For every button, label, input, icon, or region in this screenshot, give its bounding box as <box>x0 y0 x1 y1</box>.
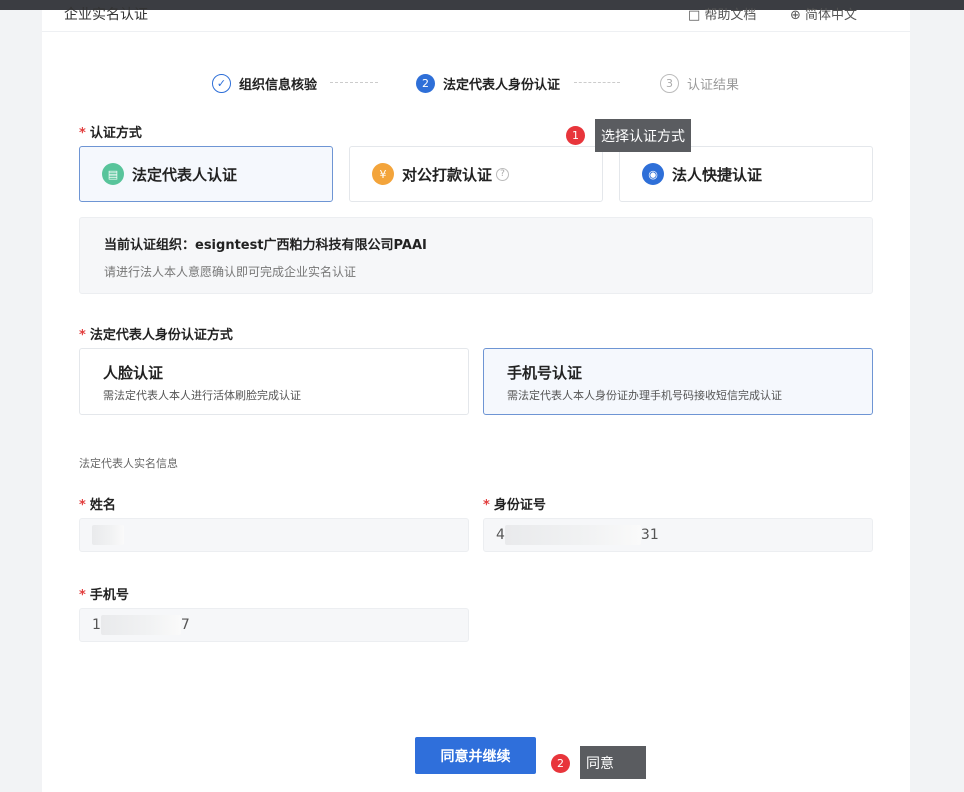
annotation-badge: 2 <box>551 754 570 773</box>
name-field[interactable] <box>79 518 469 552</box>
phone-prefix: 1 <box>92 617 101 633</box>
option-title: 手机号认证 <box>507 364 583 382</box>
step-connector <box>330 82 378 83</box>
org-info-title: 当前认证组织：esigntest广西粕力科技有限公司PAAI <box>104 238 427 253</box>
redacted-value <box>92 525 124 545</box>
agree-continue-button[interactable]: 同意并继续 <box>415 737 536 774</box>
realname-section-label: 法定代表人实名信息 <box>79 457 178 470</box>
name-label: * 姓名 <box>79 498 116 513</box>
yuan-icon: ¥ <box>372 163 394 185</box>
annotation-tooltip: 同意 <box>580 746 646 779</box>
id-number-field[interactable]: 4 31 <box>483 518 873 552</box>
question-icon[interactable]: ? <box>496 167 510 181</box>
option-title: 人脸认证 <box>103 364 164 382</box>
option-desc: 需法定代表人本人进行活体刷脸完成认证 <box>103 389 301 402</box>
annotation-tooltip: 选择认证方式 <box>595 119 691 152</box>
step-label: 法定代表人身份认证 <box>443 77 561 93</box>
option-desc: 需法定代表人本人身份证办理手机号码接收短信完成认证 <box>507 389 782 402</box>
redacted-value <box>100 615 181 635</box>
auth-method-label: * 认证方式 <box>79 126 142 141</box>
option-phone-auth[interactable]: 手机号认证 需法定代表人本人身份证办理手机号码接收短信完成认证 <box>483 348 873 415</box>
id-number-label: * 身份证号 <box>483 498 546 513</box>
method-legal-rep[interactable]: ▤ 法定代表人认证 <box>79 146 333 202</box>
help-docs-label: 帮助文档 <box>704 8 757 23</box>
identity-method-label: * 法定代表人身份认证方式 <box>79 328 233 343</box>
redacted-value <box>504 525 641 545</box>
phone-label: * 手机号 <box>79 588 129 603</box>
shield-eye-icon: ◉ <box>642 163 664 185</box>
step-number-icon: 2 <box>416 73 435 93</box>
help-docs-link[interactable]: □ 帮助文档 <box>688 4 756 23</box>
id-suffix: 31 <box>640 527 659 543</box>
org-info-box: 当前认证组织：esigntest广西粕力科技有限公司PAAI 请进行法人本人意愿… <box>79 217 873 294</box>
check-icon: ✓ <box>212 73 231 93</box>
language-switch[interactable]: ⊕ 简体中文 <box>790 4 857 23</box>
step-legal-rep-auth: 2 法定代表人身份认证 <box>416 72 560 94</box>
page-title: 企业实名认证 <box>64 7 148 23</box>
step-label: 认证结果 <box>687 77 740 93</box>
step-number-icon: 3 <box>660 73 679 93</box>
step-label: 组织信息核验 <box>239 77 318 93</box>
step-result: 3 认证结果 <box>660 72 739 94</box>
method-label: 法定代表人认证 <box>132 165 238 184</box>
method-corporate-transfer[interactable]: ¥ 对公打款认证 ? <box>349 146 603 202</box>
progress-steps: ✓ 组织信息核验 2 法定代表人身份认证 3 认证结果 <box>42 72 910 94</box>
phone-field[interactable]: 1 7 <box>79 608 469 642</box>
method-label: 对公打款认证 <box>402 165 493 184</box>
phone-suffix: 7 <box>180 617 190 633</box>
language-label: 简体中文 <box>805 8 858 23</box>
annotation-1: 1 <box>566 126 585 145</box>
step-connector <box>574 82 620 83</box>
document-icon: ▤ <box>102 163 124 185</box>
id-prefix: 4 <box>496 527 505 543</box>
card-header: 企业实名认证 □ 帮助文档 ⊕ 简体中文 <box>42 7 910 32</box>
option-face-auth[interactable]: 人脸认证 需法定代表人本人进行活体刷脸完成认证 <box>79 348 469 415</box>
main-card: 企业实名认证 □ 帮助文档 ⊕ 简体中文 ✓ 组织信息核验 2 法定代表人身份认… <box>42 7 910 792</box>
org-info-desc: 请进行法人本人意愿确认即可完成企业实名认证 <box>104 265 357 279</box>
step-org-verify: ✓ 组织信息核验 <box>212 72 317 94</box>
annotation-badge: 1 <box>566 126 585 145</box>
method-label: 法人快捷认证 <box>672 165 763 184</box>
method-quick-auth[interactable]: ◉ 法人快捷认证 <box>619 146 873 202</box>
annotation-2: 2 <box>551 754 570 773</box>
